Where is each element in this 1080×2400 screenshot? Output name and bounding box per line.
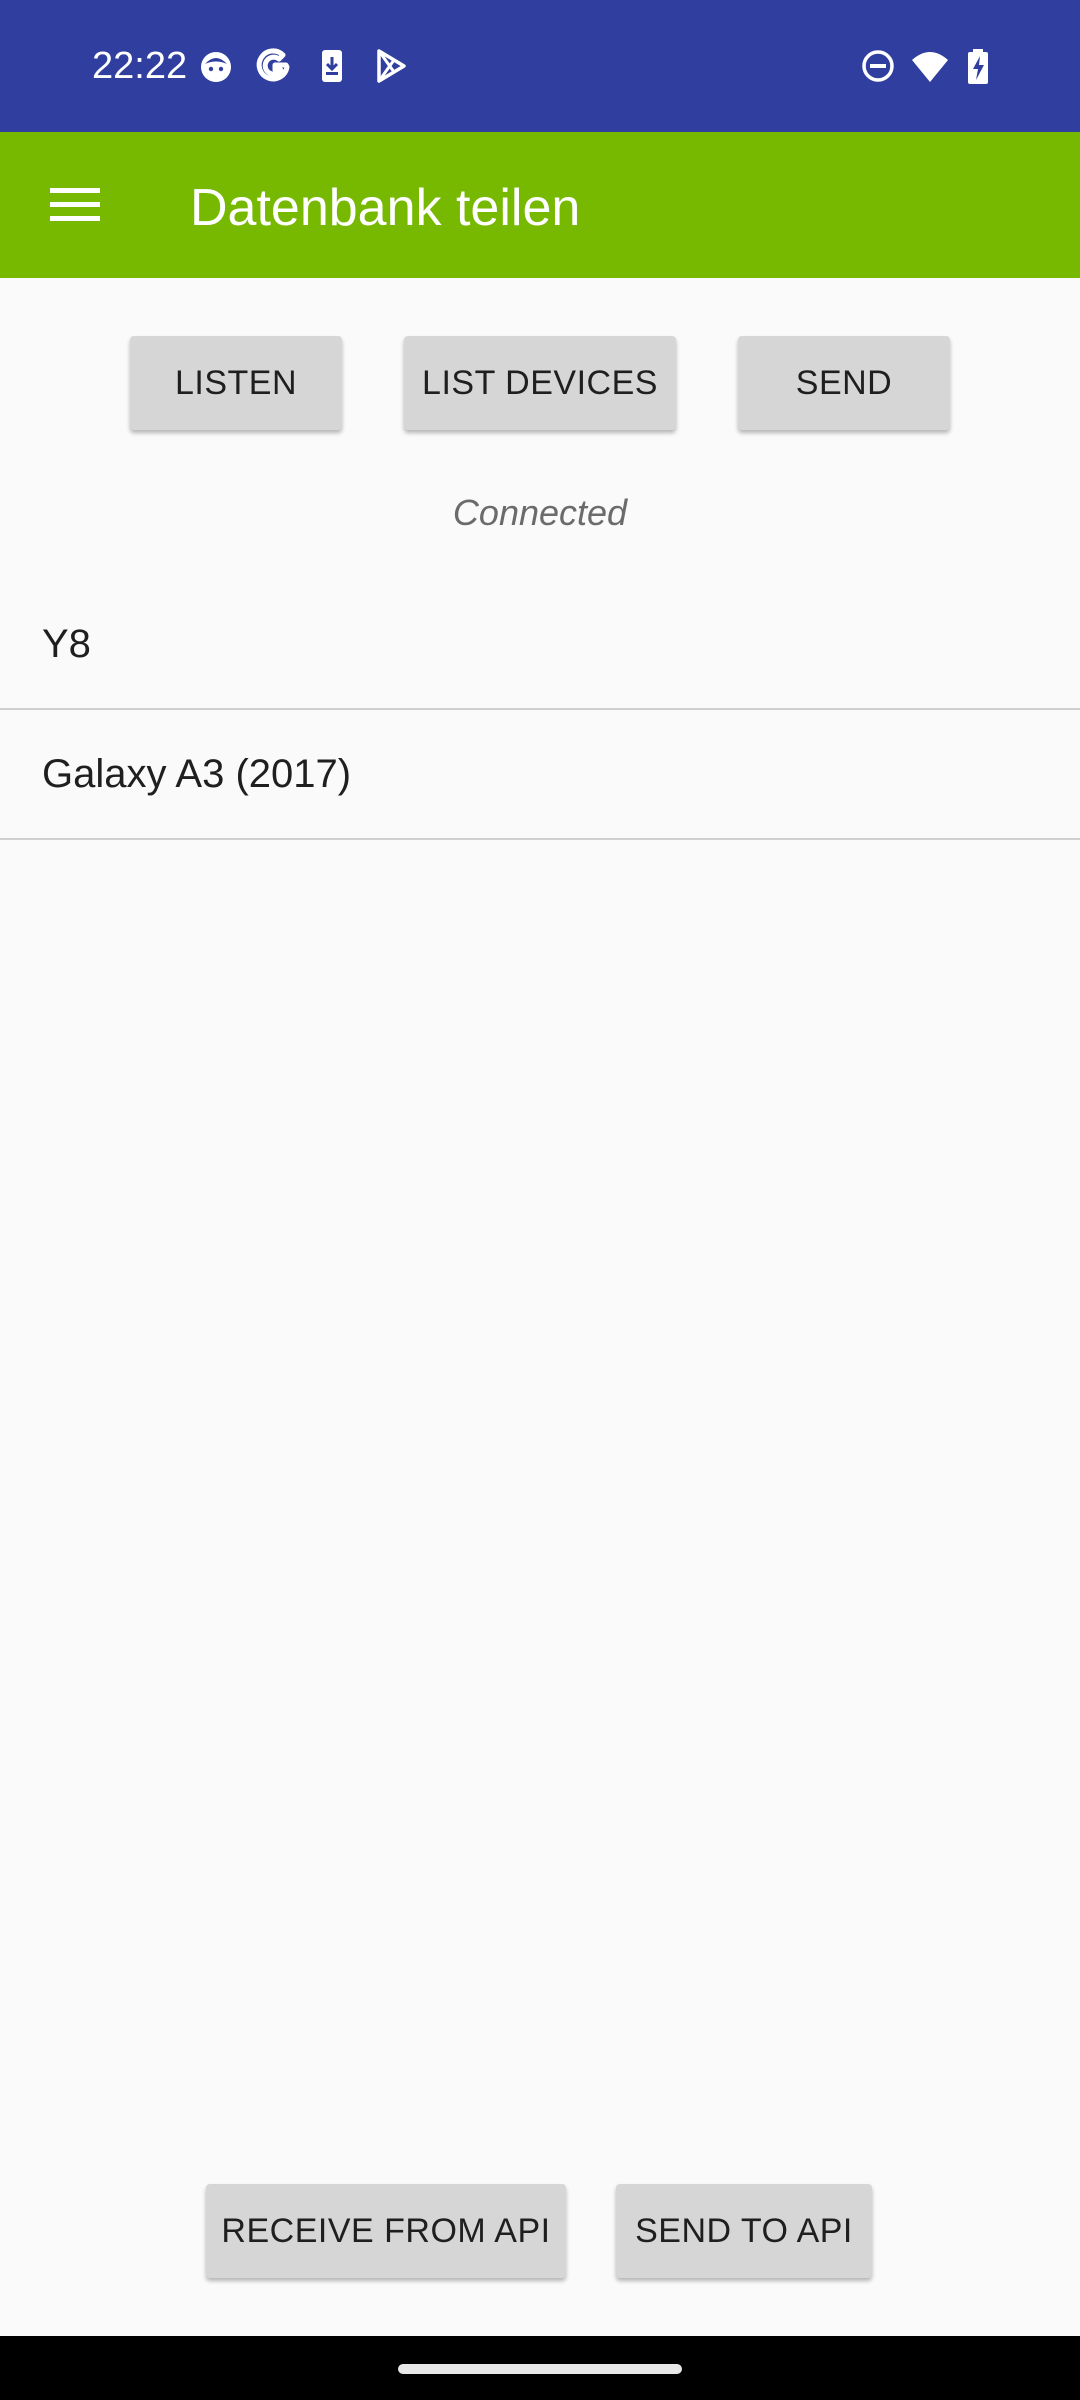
hamburger-menu-icon (50, 188, 100, 221)
page-title: Datenbank teilen (190, 179, 581, 237)
status-bar: 22:22 (0, 0, 1080, 132)
device-list: Y8 Galaxy A3 (2017) (0, 580, 1080, 840)
do-not-disturb-icon (858, 46, 898, 86)
menu-button[interactable] (40, 170, 110, 240)
play-store-icon (370, 46, 410, 86)
google-g-icon (254, 46, 294, 86)
listen-button[interactable]: LISTEN (130, 336, 342, 430)
receive-from-api-button[interactable]: RECEIVE FROM API (206, 2184, 566, 2278)
send-to-api-button[interactable]: SEND TO API (616, 2184, 872, 2278)
download-phone-icon (312, 46, 352, 86)
device-name: Galaxy A3 (2017) (42, 752, 352, 796)
navigation-bar (0, 2336, 1080, 2400)
wifi-icon (910, 46, 950, 86)
screen: 22:22 Datenbank teilen LISTEN LIST DEVIC… (0, 0, 1080, 2400)
home-gesture-handle[interactable] (398, 2364, 682, 2374)
list-item[interactable]: Galaxy A3 (2017) (0, 710, 1080, 840)
app-bar: Datenbank teilen (0, 132, 1080, 278)
list-item[interactable]: Y8 (0, 580, 1080, 710)
notification-face-icon (196, 46, 236, 86)
send-button[interactable]: SEND (738, 336, 950, 430)
connection-status: Connected (452, 492, 628, 533)
device-name: Y8 (42, 622, 91, 666)
list-devices-button[interactable]: LIST DEVICES (404, 336, 676, 430)
status-time: 22:22 (92, 45, 188, 87)
battery-charging-icon (958, 46, 998, 86)
